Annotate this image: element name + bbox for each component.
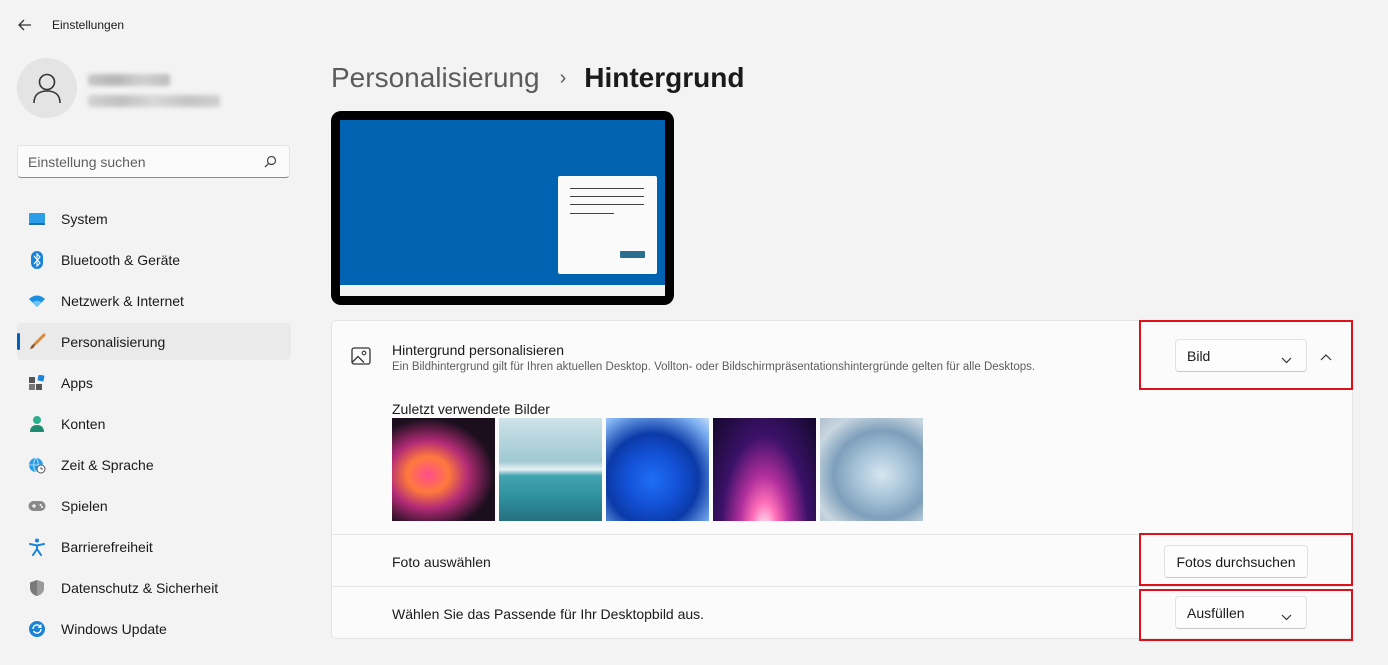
chevron-right-icon: › xyxy=(559,66,567,89)
desktop-preview xyxy=(331,111,674,305)
sidebar-item-konten[interactable]: Konten xyxy=(17,405,291,442)
page-title: Hintergrund xyxy=(584,62,745,93)
breadcrumb: Personalisierung › Hintergrund xyxy=(331,60,744,96)
background-setting-card: Hintergrund personalisieren Ein Bildhint… xyxy=(331,320,1353,390)
recent-images-panel: Zuletzt verwendete Bilder xyxy=(331,389,1353,535)
preview-window xyxy=(558,176,657,274)
fit-value: Ausfüllen xyxy=(1187,605,1245,621)
person-icon xyxy=(33,73,61,104)
chevron-down-icon xyxy=(1281,351,1292,369)
background-setting-title: Hintergrund personalisieren xyxy=(392,342,564,358)
apps-icon xyxy=(28,374,46,392)
background-type-value: Bild xyxy=(1187,348,1211,364)
sidebar-item-system[interactable]: System xyxy=(17,200,291,237)
preview-screen xyxy=(340,120,665,296)
search-input[interactable] xyxy=(28,152,258,172)
search-icon[interactable] xyxy=(264,155,277,173)
recent-image-thumbnail[interactable] xyxy=(606,418,709,521)
chevron-down-icon xyxy=(1281,608,1292,626)
recent-image-thumbnail[interactable] xyxy=(820,418,923,521)
collapse-button[interactable] xyxy=(1315,346,1337,368)
update-icon xyxy=(28,620,46,638)
wifi-icon xyxy=(28,292,46,310)
recent-image-thumbnail[interactable] xyxy=(499,418,602,521)
choose-photo-label: Foto auswählen xyxy=(392,554,491,570)
system-icon xyxy=(28,210,46,228)
sidebar-item-network[interactable]: Netzwerk & Internet xyxy=(17,282,291,319)
back-button[interactable] xyxy=(12,12,38,38)
breadcrumb-parent[interactable]: Personalisierung xyxy=(331,62,540,94)
recent-image-thumbnail[interactable] xyxy=(713,418,816,521)
sidebar-item-zeit-sprache[interactable]: Zeit & Sprache xyxy=(17,446,291,483)
sidebar-item-barrierefreiheit[interactable]: Barrierefreiheit xyxy=(17,528,291,565)
avatar[interactable] xyxy=(17,58,77,118)
recent-images-label: Zuletzt verwendete Bilder xyxy=(392,401,550,417)
sidebar-item-apps[interactable]: Apps xyxy=(17,364,291,401)
title-bar: Einstellungen xyxy=(0,0,1388,48)
background-setting-description: Ein Bildhintergrund gilt für Ihren aktue… xyxy=(392,361,1036,373)
fit-setting-label: Wählen Sie das Passende für Ihr Desktopb… xyxy=(392,606,705,622)
back-arrow-icon xyxy=(18,19,31,31)
sidebar-item-bluetooth[interactable]: Bluetooth & Geräte xyxy=(17,241,291,278)
search-box[interactable] xyxy=(17,145,290,178)
bluetooth-icon xyxy=(28,251,46,269)
sidebar-nav: System Bluetooth & Geräte Netzwerk & Int… xyxy=(17,200,291,651)
image-icon xyxy=(351,347,371,370)
choose-photo-card: Foto auswählen Fotos durchsuchen xyxy=(331,534,1353,587)
person-icon xyxy=(28,415,46,433)
sidebar-item-windows-update[interactable]: Windows Update xyxy=(17,610,291,647)
chevron-up-icon xyxy=(1320,354,1332,361)
fit-setting-card: Wählen Sie das Passende für Ihr Desktopb… xyxy=(331,586,1353,639)
brush-icon xyxy=(28,333,46,351)
browse-photos-button[interactable]: Fotos durchsuchen xyxy=(1164,545,1308,578)
sidebar-item-spielen[interactable]: Spielen xyxy=(17,487,291,524)
user-info-redacted xyxy=(88,74,220,107)
fit-dropdown[interactable]: Ausfüllen xyxy=(1175,596,1307,629)
recent-image-thumbnail[interactable] xyxy=(392,418,495,521)
recent-images-list xyxy=(392,418,923,521)
app-title: Einstellungen xyxy=(52,18,125,32)
sidebar-item-personalisierung[interactable]: Personalisierung xyxy=(17,323,291,360)
gamepad-icon xyxy=(28,497,46,515)
accessibility-icon xyxy=(28,538,46,556)
preview-taskbar xyxy=(340,285,665,296)
shield-icon xyxy=(28,579,46,597)
globe-clock-icon xyxy=(28,456,46,474)
background-type-dropdown[interactable]: Bild xyxy=(1175,339,1307,372)
sidebar-item-datenschutz[interactable]: Datenschutz & Sicherheit xyxy=(17,569,291,606)
